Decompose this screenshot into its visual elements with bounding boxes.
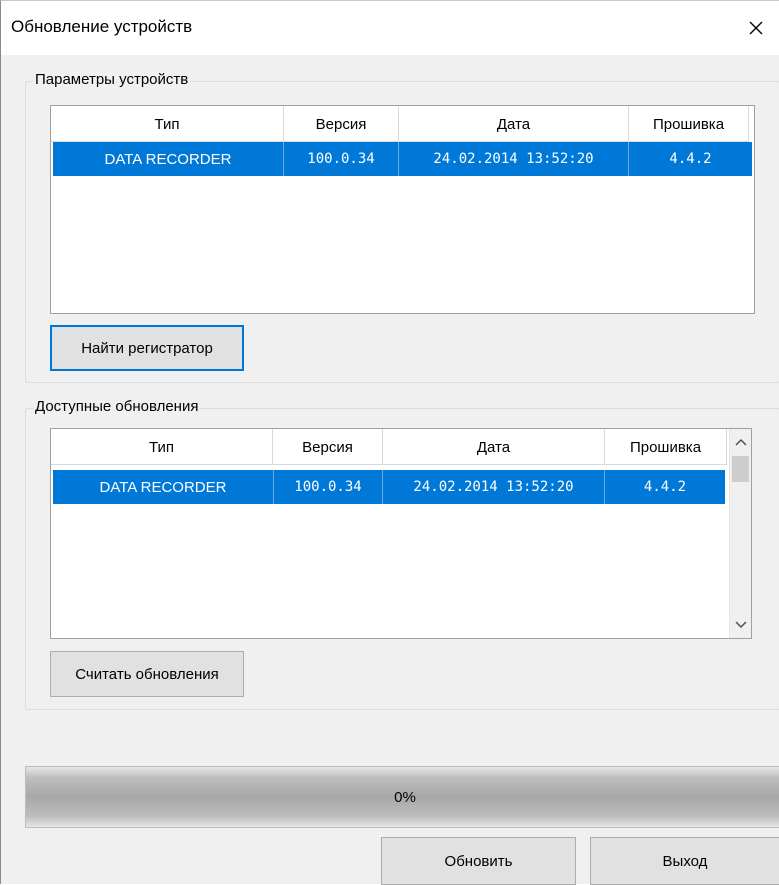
column-header-firmware[interactable]: Прошивка	[605, 429, 727, 465]
column-header-firmware[interactable]: Прошивка	[629, 106, 749, 142]
update-devices-dialog: Обновление устройств Параметры устройств…	[0, 0, 779, 885]
scroll-thumb[interactable]	[732, 456, 749, 482]
column-header-version[interactable]: Версия	[284, 106, 399, 142]
progress-bar: 0%	[25, 766, 779, 828]
cell-type: DATA RECORDER	[53, 142, 284, 176]
cell-version: 100.0.34	[284, 142, 399, 176]
vertical-scrollbar[interactable]	[729, 429, 751, 638]
scroll-down-button[interactable]	[730, 614, 751, 636]
exit-button[interactable]: Выход	[590, 837, 779, 885]
cell-firmware: 4.4.2	[643, 479, 687, 495]
read-updates-button[interactable]: Считать обновления	[50, 651, 244, 697]
table-row[interactable]: DATA RECORDER 100.0.34 24.02.2014 13:52:…	[53, 470, 725, 504]
device-params-table[interactable]: Тип Версия Дата Прошивка DATA RECORDER 1…	[50, 105, 755, 314]
close-icon	[749, 21, 763, 35]
chevron-up-icon	[734, 438, 747, 446]
available-updates-header: Тип Версия Дата Прошивка	[51, 429, 727, 465]
column-header-date[interactable]: Дата	[383, 429, 605, 465]
progress-text: 0%	[394, 788, 416, 806]
chevron-down-icon	[734, 621, 747, 629]
title-bar[interactable]: Обновление устройств	[1, 1, 779, 55]
scroll-up-button[interactable]	[730, 431, 751, 453]
update-button[interactable]: Обновить	[381, 837, 576, 885]
column-header-type[interactable]: Тип	[51, 429, 273, 465]
cell-firmware: 4.4.2	[669, 151, 712, 167]
device-params-header: Тип Версия Дата Прошивка	[51, 106, 749, 142]
device-params-label: Параметры устройств	[33, 71, 191, 88]
available-updates-table[interactable]: Тип Версия Дата Прошивка DATA RECORDER 1…	[50, 428, 752, 639]
column-header-date[interactable]: Дата	[399, 106, 629, 142]
window-title: Обновление устройств	[11, 17, 193, 36]
column-header-type[interactable]: Тип	[51, 106, 284, 142]
cell-date: 24.02.2014 13:52:20	[399, 142, 629, 176]
find-recorder-button[interactable]: Найти регистратор	[50, 325, 244, 371]
column-header-version[interactable]: Версия	[273, 429, 383, 465]
cell-version: 100.0.34	[274, 470, 383, 504]
available-updates-label: Доступные обновления	[33, 398, 201, 415]
table-row[interactable]: DATA RECORDER 100.0.34 24.02.2014 13:52:…	[53, 142, 752, 176]
cell-date: 24.02.2014 13:52:20	[383, 470, 605, 504]
cell-type: DATA RECORDER	[53, 470, 274, 504]
close-button[interactable]	[733, 11, 779, 45]
